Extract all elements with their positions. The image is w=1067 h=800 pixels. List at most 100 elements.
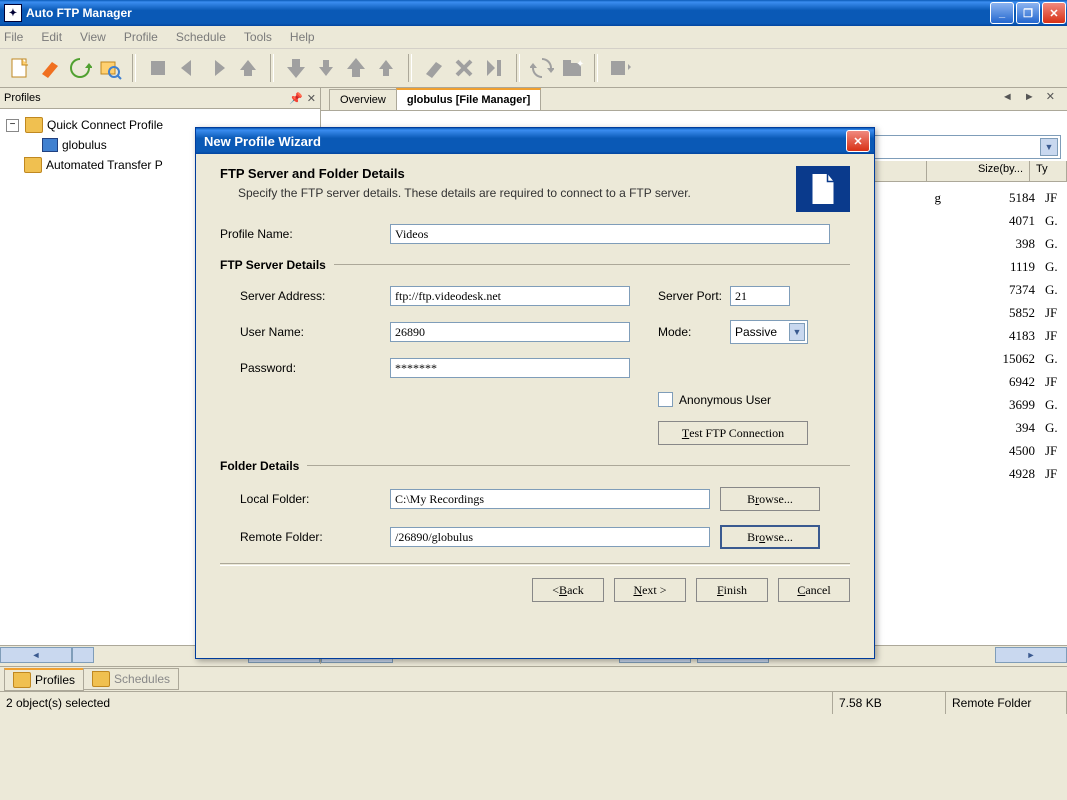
bottom-tabs: Profiles Schedules [0,666,1067,691]
bottom-tab-profiles[interactable]: Profiles [4,668,84,691]
svg-text:✦: ✦ [576,59,584,70]
bottom-tab-schedules[interactable]: Schedules [83,668,179,690]
folder-icon [24,157,42,173]
menu-schedule[interactable]: Schedule [176,30,226,44]
browse-remote-button[interactable]: Browse... [720,525,820,549]
file-type: JF [1041,374,1065,390]
download-small-icon[interactable] [314,56,338,80]
col-type[interactable]: Ty [1030,161,1067,181]
minimize-button[interactable]: _ [990,2,1014,24]
new-profile-wizard-dialog: New Profile Wizard ✕ FTP Server and Fold… [195,127,875,659]
finish-button[interactable]: Finish [696,578,768,602]
delete-icon[interactable] [452,56,476,80]
new-folder-icon[interactable]: ✦ [560,56,584,80]
upload-icon[interactable] [344,56,368,80]
file-size: 5852 [945,305,1041,321]
pin-icon[interactable]: 📌 [289,92,303,105]
user-name-input[interactable] [390,322,630,342]
dropdown-icon[interactable]: ▼ [1040,138,1058,156]
status-size: 7.58 KB [833,692,946,714]
app-title: Auto FTP Manager [26,6,132,20]
file-size: 4500 [945,443,1041,459]
dropdown-icon[interactable]: ▼ [789,323,805,341]
file-type: G. [1041,213,1065,229]
server-port-input[interactable] [730,286,790,306]
dialog-close-button[interactable]: ✕ [846,130,870,152]
remote-folder-input[interactable] [390,527,710,547]
up-icon[interactable] [236,56,260,80]
menu-view[interactable]: View [80,30,106,44]
scroll-left-icon[interactable]: ◄ [0,647,72,663]
next-button[interactable]: Next > [614,578,686,602]
tab-file-manager[interactable]: globulus [File Manager] [396,88,541,110]
upload-small-icon[interactable] [374,56,398,80]
status-location: Remote Folder [946,692,1067,714]
test-ftp-connection-button[interactable]: Test FTP Connection [658,421,808,445]
forward-icon[interactable] [206,56,230,80]
main-window-titlebar: ✦ Auto FTP Manager _ ❐ ✕ [0,0,1067,26]
sync-icon[interactable] [530,56,554,80]
mode-select[interactable]: Passive ▼ [730,320,808,344]
status-selection: 2 object(s) selected [0,692,833,714]
back-button[interactable]: < Back [532,578,604,602]
local-folder-input[interactable] [390,489,710,509]
scroll-right-icon[interactable]: ► [995,647,1067,663]
new-profile-icon[interactable] [8,56,32,80]
file-type: JF [1041,190,1065,206]
server-port-label: Server Port: [640,289,730,303]
menu-bar: File Edit View Profile Schedule Tools He… [0,26,1067,49]
skip-icon[interactable] [482,56,506,80]
file-size: 1119 [945,259,1041,275]
dialog-subheading: Specify the FTP server details. These de… [238,185,796,201]
download-icon[interactable] [284,56,308,80]
monitor-icon [42,138,58,152]
bottom-tab-label: Schedules [114,672,170,686]
file-size: 15062 [945,351,1041,367]
dialog-title: New Profile Wizard [204,134,321,149]
document-icon [796,166,850,212]
mode-value: Passive [735,325,777,339]
file-type: G. [1041,259,1065,275]
stop-icon[interactable] [146,56,170,80]
mode-label: Mode: [640,325,730,339]
profile-name-input[interactable] [390,224,830,244]
scroll-thumb[interactable] [72,647,94,663]
file-type: G. [1041,420,1065,436]
maximize-button[interactable]: ❐ [1016,2,1040,24]
tab-controls[interactable]: ◄ ► ✕ [1002,90,1059,103]
folder-icon [25,117,43,133]
panel-close-icon[interactable]: ✕ [307,92,316,105]
main-toolbar: ✦ [0,49,1067,88]
server-address-input[interactable] [390,286,630,306]
collapse-icon[interactable]: − [6,119,19,132]
connect-icon[interactable] [38,56,62,80]
menu-file[interactable]: File [4,30,23,44]
search-icon[interactable] [98,56,122,80]
password-input[interactable] [390,358,630,378]
refresh-icon[interactable] [68,56,92,80]
tab-overview[interactable]: Overview [329,89,397,110]
menu-edit[interactable]: Edit [41,30,62,44]
folder-details-group: Folder Details [220,459,299,473]
menu-profile[interactable]: Profile [124,30,158,44]
cancel-button[interactable]: Cancel [778,578,850,602]
file-type: G. [1041,236,1065,252]
disconnect-icon[interactable] [422,56,446,80]
remote-folder-label: Remote Folder: [220,530,390,544]
app-icon: ✦ [4,4,22,22]
menu-help[interactable]: Help [290,30,315,44]
close-button[interactable]: ✕ [1042,2,1066,24]
file-size: 6942 [945,374,1041,390]
file-size: 5184 [945,190,1041,206]
browse-local-button[interactable]: Browse... [720,487,820,511]
bottom-tab-label: Profiles [35,673,75,687]
col-size[interactable]: Size(by... [927,161,1030,181]
menu-tools[interactable]: Tools [244,30,272,44]
anonymous-user-checkbox[interactable] [658,392,673,407]
back-icon[interactable] [176,56,200,80]
view-icon[interactable] [608,56,632,80]
file-size: 398 [945,236,1041,252]
file-type: JF [1041,466,1065,482]
file-size: 4183 [945,328,1041,344]
password-label: Password: [220,361,390,375]
